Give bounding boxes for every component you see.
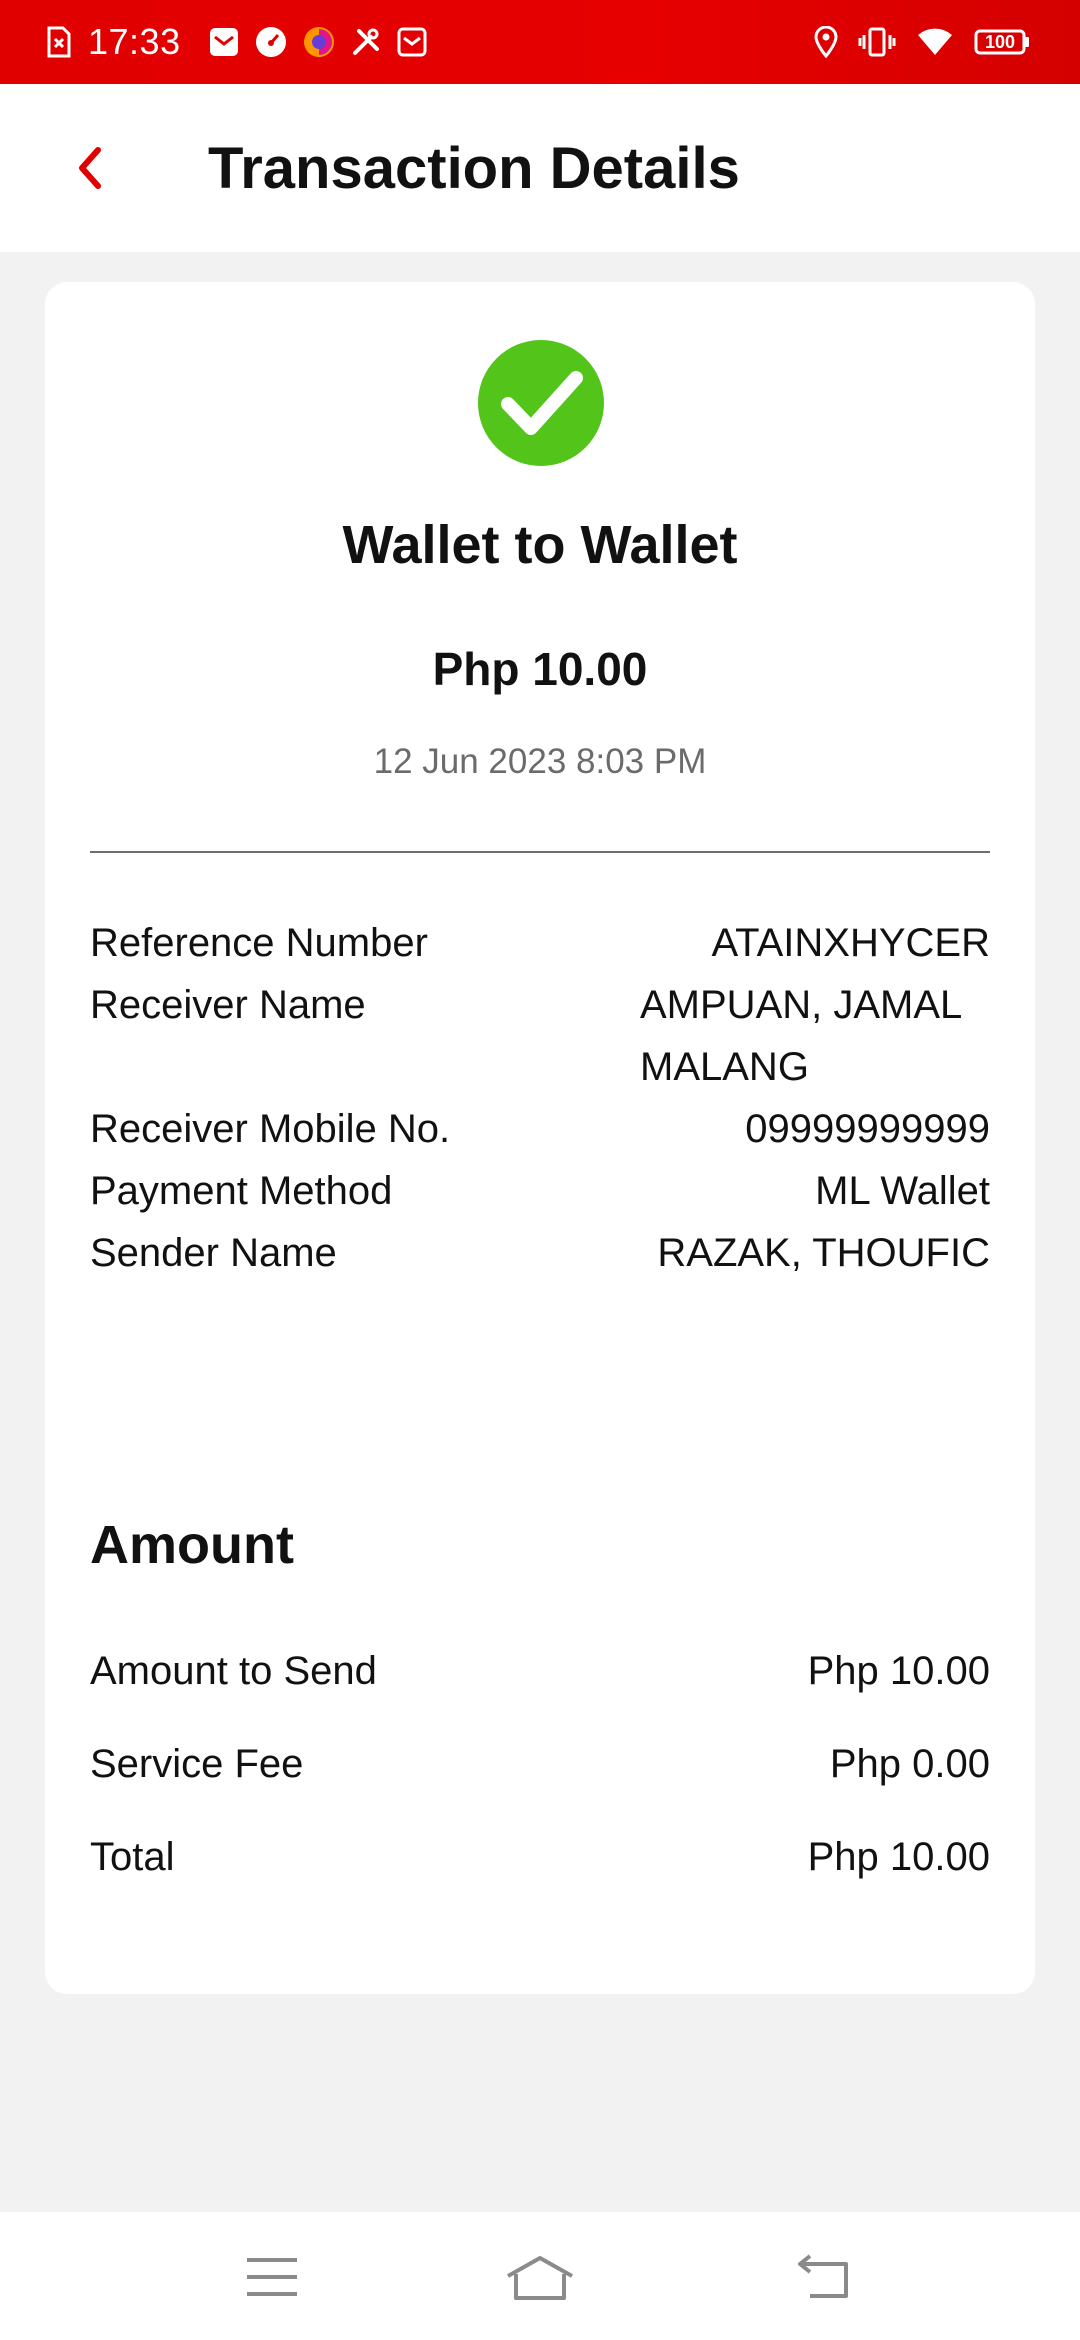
sim-alert-icon	[46, 26, 72, 58]
transaction-details: Reference Number ATAINXHYCER Receiver Na…	[90, 912, 990, 1284]
success-check-icon	[478, 340, 604, 466]
transaction-date: 12 Jun 2023 8:03 PM	[373, 742, 707, 781]
recents-button[interactable]	[232, 2242, 312, 2312]
inbox-icon	[397, 27, 427, 57]
firefox-icon	[303, 26, 335, 58]
divider	[90, 851, 990, 853]
navigation-bar	[0, 2212, 1080, 2340]
tools-icon	[351, 27, 381, 57]
status-right-group: 100	[814, 26, 1030, 58]
detail-row-sender-name: Sender Name RAZAK, THOUFIC	[90, 1222, 990, 1284]
detail-label: Sender Name	[90, 1231, 337, 1275]
status-bar: 17:33 100	[0, 0, 1080, 84]
mail-icon	[209, 27, 239, 57]
detail-row-payment-method: Payment Method ML Wallet	[90, 1160, 990, 1222]
detail-row-reference-number: Reference Number ATAINXHYCER	[90, 912, 990, 974]
detail-row-receiver-name: Receiver Name AMPUAN, JAMAL MALANG	[90, 974, 990, 1098]
amount-row-service-fee: Service Fee Php 0.00	[90, 1733, 990, 1795]
detail-value: AMPUAN, JAMAL MALANG	[640, 974, 990, 1098]
detail-label: Reference Number	[90, 921, 428, 965]
wifi-icon	[916, 27, 954, 57]
detail-value: ATAINXHYCER	[711, 921, 990, 965]
status-time: 17:33	[88, 21, 181, 62]
detail-value-line: AMPUAN, JAMAL	[640, 983, 963, 1027]
amount-row-total: Total Php 10.00	[90, 1826, 990, 1888]
detail-label: Receiver Mobile No.	[90, 1107, 451, 1151]
amount-label: Service Fee	[90, 1742, 304, 1786]
back-button[interactable]	[60, 138, 120, 198]
back-nav-button[interactable]	[784, 2242, 864, 2312]
amount-row-to-send: Amount to Send Php 10.00	[90, 1640, 990, 1702]
detail-value: 09999999999	[745, 1107, 990, 1151]
detail-label: Receiver Name	[90, 983, 366, 1027]
detail-value: ML Wallet	[815, 1169, 990, 1213]
chevron-left-icon	[79, 147, 101, 189]
transaction-type: Wallet to Wallet	[342, 515, 738, 575]
speedometer-icon	[255, 26, 287, 58]
home-icon	[507, 2256, 573, 2300]
battery-level: 100	[984, 32, 1016, 52]
transaction-card: Wallet to Wallet Php 10.00 12 Jun 2023 8…	[45, 282, 1035, 1994]
transaction-amount: Php 10.00	[432, 643, 648, 695]
detail-value-line: MALANG	[640, 1045, 809, 1089]
app-bar: Transaction Details	[0, 84, 1080, 252]
amount-value: Php 10.00	[807, 1649, 990, 1693]
amount-value: Php 10.00	[807, 1835, 990, 1879]
home-button[interactable]	[500, 2242, 580, 2312]
menu-icon	[247, 2258, 297, 2296]
amount-heading: Amount	[90, 1515, 294, 1575]
battery-icon: 100	[974, 28, 1030, 56]
page-title: Transaction Details	[208, 135, 740, 201]
amount-label: Amount to Send	[90, 1649, 377, 1693]
detail-value: RAZAK, THOUFIC	[657, 1231, 990, 1275]
location-icon	[814, 26, 838, 58]
amount-rows: Amount to Send Php 10.00 Service Fee Php…	[90, 1640, 990, 1919]
amount-value: Php 0.00	[829, 1742, 990, 1786]
amount-label: Total	[90, 1835, 175, 1879]
vibrate-icon	[858, 26, 896, 58]
detail-label: Payment Method	[90, 1169, 393, 1213]
back-icon	[798, 2254, 848, 2298]
detail-row-receiver-mobile: Receiver Mobile No. 09999999999	[90, 1098, 990, 1160]
status-left-group: 17:33	[46, 21, 427, 63]
